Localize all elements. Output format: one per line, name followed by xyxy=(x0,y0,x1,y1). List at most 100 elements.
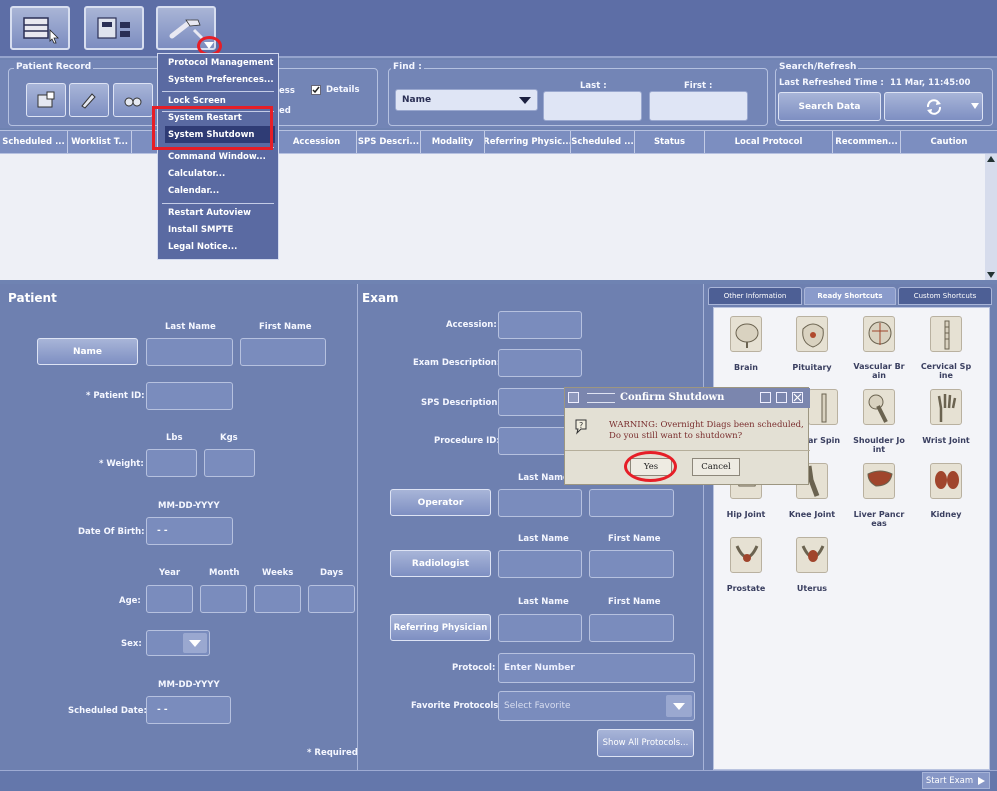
weight-kgs-input[interactable] xyxy=(204,449,255,477)
favorite-dropdown-arrow[interactable] xyxy=(666,695,692,717)
first-name-find-input[interactable] xyxy=(649,91,748,121)
worklist-table-body[interactable] xyxy=(0,154,985,280)
menu-item-calendar[interactable]: Calendar... xyxy=(168,186,276,200)
operator-button[interactable]: Operator xyxy=(390,489,491,516)
maximize-icon[interactable] xyxy=(776,392,787,403)
close-icon[interactable] xyxy=(792,392,803,403)
column-referring-physician[interactable]: Referring Physic... xyxy=(485,131,571,153)
sex-dropdown-arrow[interactable] xyxy=(183,633,207,653)
radiologist-first-name-input[interactable] xyxy=(589,550,674,578)
exam-section-title: Exam xyxy=(362,291,399,305)
tab-ready-shortcuts[interactable]: Ready Shortcuts xyxy=(804,287,896,305)
start-exam-button[interactable]: Start Exam xyxy=(922,772,990,789)
column-scheduled[interactable]: Scheduled ... xyxy=(0,131,68,153)
menu-item-protocol-management[interactable]: Protocol Management xyxy=(168,58,276,72)
protocol-input[interactable]: Enter Number xyxy=(498,653,695,683)
menu-item-install-smpte[interactable]: Install SMPTE xyxy=(168,225,276,239)
menu-item-calculator[interactable]: Calculator... xyxy=(168,169,276,183)
patient-record-label: Patient Record xyxy=(14,62,94,72)
age-month-input[interactable] xyxy=(200,585,247,613)
shoulder-joint-shortcut-tile[interactable] xyxy=(863,389,895,425)
patient-last-name-input[interactable] xyxy=(146,338,233,366)
radiologist-last-name-header: Last Name xyxy=(518,534,569,544)
view-patient-button[interactable] xyxy=(113,83,153,117)
column-status[interactable]: Status xyxy=(635,131,705,153)
referring-first-name-input[interactable] xyxy=(589,614,674,642)
patient-id-input[interactable] xyxy=(146,382,233,410)
vascular-brain-icon xyxy=(868,321,892,345)
column-caution[interactable]: Caution xyxy=(901,131,997,153)
kidney-shortcut-tile[interactable] xyxy=(930,463,962,499)
last-refreshed-value: 11 Mar, 11:45:00 xyxy=(890,78,971,88)
prostate-shortcut-tile[interactable] xyxy=(730,537,762,573)
patient-list-button[interactable] xyxy=(10,6,70,50)
tab-custom-shortcuts[interactable]: Custom Shortcuts xyxy=(898,287,992,305)
brain-shortcut-tile[interactable] xyxy=(730,316,762,352)
favorite-protocols-select[interactable]: Select Favorite xyxy=(498,691,695,721)
find-dropdown-arrow[interactable] xyxy=(515,92,535,108)
procedure-id-input[interactable] xyxy=(498,427,568,455)
column-local-protocol[interactable]: Local Protocol xyxy=(705,131,833,153)
radiologist-button[interactable]: Radiologist xyxy=(390,550,491,577)
search-data-button[interactable]: Search Data xyxy=(778,92,881,121)
menu-item-system-preferences[interactable]: System Preferences... xyxy=(168,75,276,89)
name-button[interactable]: Name xyxy=(37,338,138,365)
refresh-button[interactable] xyxy=(884,92,983,121)
minimize-icon[interactable] xyxy=(760,392,771,403)
lumbar-spine-shortcut-tile[interactable] xyxy=(808,389,838,425)
find-label: Find : xyxy=(391,62,424,72)
column-sps-description[interactable]: SPS Descri... xyxy=(357,131,421,153)
exam-description-input[interactable] xyxy=(498,349,582,377)
operator-last-name-input[interactable] xyxy=(498,489,582,517)
column-accession[interactable]: Accession xyxy=(277,131,357,153)
operator-first-name-input[interactable] xyxy=(589,489,674,517)
start-exam-label: Start Exam xyxy=(925,775,974,786)
vascular-brain-label: Vascular Br ain xyxy=(853,362,905,380)
vascular-brain-shortcut-tile[interactable] xyxy=(863,316,895,352)
uterus-shortcut-tile[interactable] xyxy=(796,537,828,573)
add-patient-button[interactable] xyxy=(26,83,66,117)
search-refresh-label: Search/Refresh xyxy=(777,62,859,72)
patient-first-name-input[interactable] xyxy=(240,338,326,366)
referring-last-name-input[interactable] xyxy=(498,614,582,642)
chevron-down-icon[interactable] xyxy=(970,102,980,110)
column-modality[interactable]: Modality xyxy=(421,131,485,153)
find-select[interactable]: Name xyxy=(395,89,538,111)
last-name-find-input[interactable] xyxy=(543,91,642,121)
tab-other-information[interactable]: Other Information xyxy=(708,287,802,305)
sex-select[interactable] xyxy=(146,630,210,656)
weight-lbs-input[interactable] xyxy=(146,449,197,477)
cancel-button[interactable]: Cancel xyxy=(692,458,740,476)
accession-input[interactable] xyxy=(498,311,582,339)
pituitary-shortcut-tile[interactable] xyxy=(796,316,828,352)
cervical-spine-shortcut-tile[interactable] xyxy=(930,316,962,352)
liver-pancreas-shortcut-tile[interactable] xyxy=(863,463,895,499)
patient-section-title: Patient xyxy=(8,291,57,305)
sps-description-input[interactable] xyxy=(498,388,568,416)
divider xyxy=(357,284,358,770)
edit-patient-button[interactable] xyxy=(69,83,109,117)
accession-label: Accession: xyxy=(446,320,497,330)
menu-item-restart-autoview[interactable]: Restart Autoview xyxy=(168,208,276,222)
menu-item-legal-notice[interactable]: Legal Notice... xyxy=(168,242,276,256)
age-year-input[interactable] xyxy=(146,585,193,613)
referring-physician-button[interactable]: Referring Physician xyxy=(390,614,491,641)
dob-input[interactable]: - - xyxy=(146,517,233,545)
pituitary-label: Pituitary xyxy=(792,363,832,372)
column-recommended[interactable]: Recommen... xyxy=(833,131,901,153)
column-scheduled-2[interactable]: Scheduled ... xyxy=(571,131,635,153)
show-all-protocols-button[interactable]: Show All Protocols... xyxy=(597,729,694,757)
menu-item-command-window[interactable]: Command Window... xyxy=(168,152,276,166)
table-scrollbar[interactable] xyxy=(985,154,997,280)
age-weeks-input[interactable] xyxy=(254,585,301,613)
wrist-joint-shortcut-tile[interactable] xyxy=(930,389,962,425)
scheduled-date-input[interactable]: - - xyxy=(146,696,231,724)
age-days-input[interactable] xyxy=(308,585,355,613)
radiologist-last-name-input[interactable] xyxy=(498,550,582,578)
chevron-down-icon[interactable] xyxy=(203,41,215,50)
network-button[interactable] xyxy=(84,6,144,50)
dob-format-label: MM-DD-YYYY xyxy=(158,501,220,511)
window-menu-icon[interactable] xyxy=(568,392,579,403)
column-worklist-type[interactable]: Worklist T... xyxy=(68,131,132,153)
details-checkbox[interactable] xyxy=(311,85,321,95)
